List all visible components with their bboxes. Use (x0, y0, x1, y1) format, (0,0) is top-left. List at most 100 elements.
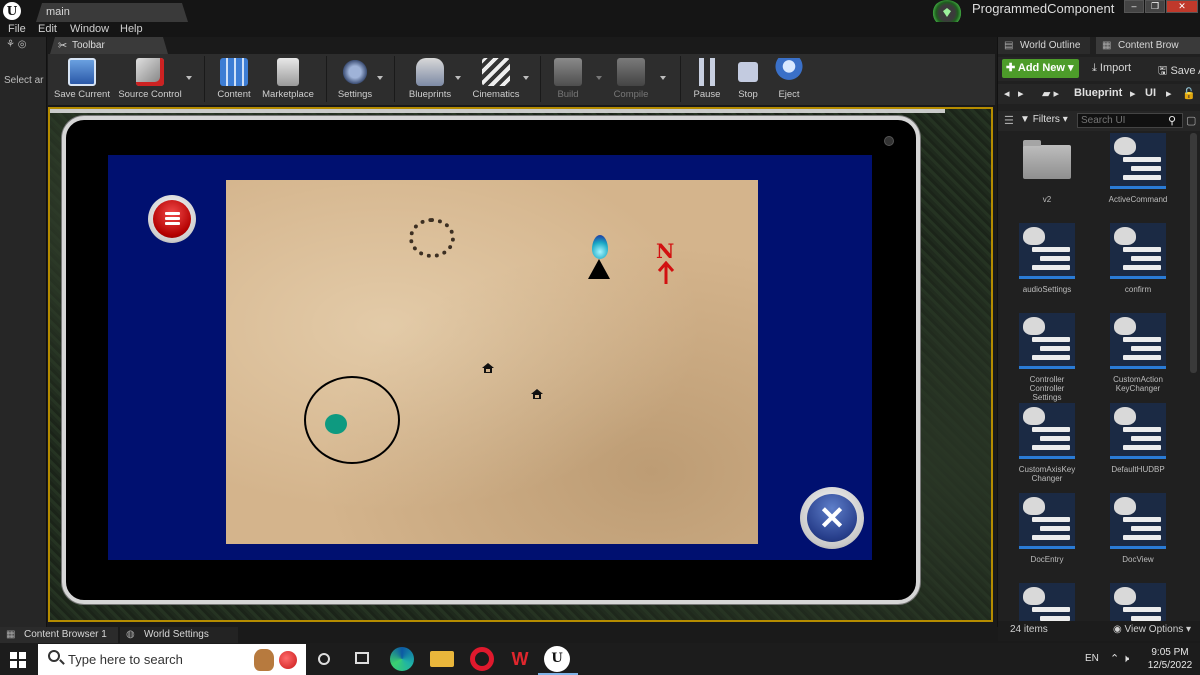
breadcrumb-blueprint[interactable]: Blueprint (1074, 87, 1122, 99)
tab-toolbar[interactable]: ✂ Toolbar (50, 37, 168, 54)
widget-blueprint-icon (1019, 493, 1075, 549)
view-options-button[interactable]: ◉ View Options ▾ (1113, 624, 1191, 635)
tablet-screen: N ✕ (108, 155, 872, 560)
marketplace-icon (277, 58, 299, 86)
level-viewport[interactable]: N ✕ (48, 107, 993, 622)
breadcrumb-ui[interactable]: UI (1145, 87, 1156, 99)
hut-icon (482, 363, 494, 373)
asset-item[interactable]: audioSettings (1008, 223, 1086, 311)
cinematics-dropdown-icon[interactable] (523, 76, 529, 80)
build-button[interactable]: Build (548, 54, 588, 106)
language-indicator[interactable]: EN (1085, 653, 1099, 664)
unreal-engine-icon[interactable]: U (544, 646, 570, 672)
source-control-button[interactable]: Source Control (116, 54, 184, 106)
blueprints-dropdown-icon[interactable] (455, 76, 461, 80)
close-map-button[interactable]: ✕ (800, 487, 864, 549)
cinematics-button[interactable]: Cinematics (468, 54, 524, 106)
cortana-icon[interactable] (318, 653, 330, 665)
minimize-button[interactable]: – (1124, 0, 1144, 13)
menu-window[interactable]: Window (70, 23, 109, 35)
settings-icon (341, 58, 369, 86)
triangle-base-icon (588, 259, 610, 279)
marketplace-button[interactable]: Marketplace (260, 54, 316, 106)
joystick-ring[interactable] (304, 376, 400, 464)
save-search-icon[interactable]: ▢ (1186, 114, 1196, 127)
map-parchment: N (226, 180, 758, 544)
sources-toggle-icon[interactable]: ☰ (1004, 114, 1014, 127)
asset-item[interactable] (1008, 583, 1086, 623)
widget-blueprint-icon (1019, 223, 1075, 279)
asset-item[interactable]: DefaultHUDBP (1099, 403, 1177, 491)
tab-world-settings[interactable]: ◍ World Settings (120, 627, 238, 643)
compile-dropdown-icon[interactable] (660, 76, 666, 80)
asset-item[interactable]: ActiveCommand (1099, 133, 1177, 221)
toolbar-separator (204, 56, 205, 102)
asset-item[interactable]: confirm (1099, 223, 1177, 311)
tab-content-browser-1[interactable]: ▦ Content Browser 1 (0, 627, 118, 643)
stop-button[interactable]: Stop (730, 54, 766, 106)
asset-item[interactable]: CustomAction KeyChanger (1099, 313, 1177, 401)
menu-button[interactable] (148, 195, 196, 243)
wreath-icon (409, 218, 455, 258)
ornament-icon (279, 651, 297, 669)
tray-icons[interactable]: ⌃ 🕨 (1110, 652, 1129, 666)
forward-arrow-icon[interactable]: ▸ (1018, 87, 1024, 100)
build-dropdown-icon[interactable] (596, 76, 602, 80)
edge-icon[interactable] (390, 647, 414, 671)
menu-help[interactable]: Help (120, 23, 143, 35)
windows-start-icon[interactable] (10, 652, 26, 668)
tablet-frame: N ✕ (62, 116, 920, 604)
breadcrumb-separator-icon: ▸ (1130, 88, 1136, 100)
asset-item[interactable]: DocEntry (1008, 493, 1086, 581)
menu-edit[interactable]: Edit (38, 23, 57, 35)
file-explorer-icon[interactable] (430, 651, 454, 667)
compile-button[interactable]: Compile (608, 54, 654, 106)
save-current-button[interactable]: Save Current (52, 54, 112, 106)
asset-item[interactable]: Controller Controller Settings (1008, 313, 1086, 402)
content-button[interactable]: Content (212, 54, 256, 106)
eject-button[interactable]: Eject (770, 54, 808, 106)
content-browser-panel: ▤ World Outline ▦ Content Brow ✚ Add New… (997, 37, 1200, 641)
folder-icon[interactable]: ▰ ▸ (1042, 87, 1059, 100)
back-arrow-icon[interactable]: ◂ (1004, 87, 1010, 100)
search-icon (48, 650, 60, 662)
modes-tab-icons[interactable]: ⚘ ◎ (6, 39, 26, 50)
taskbar-search-box[interactable]: Type here to search (38, 644, 306, 675)
task-view-icon[interactable] (355, 652, 369, 664)
lock-icon[interactable]: 🔓 (1182, 87, 1196, 100)
add-new-button[interactable]: ✚ Add New ▾ (1002, 59, 1079, 78)
stop-icon (738, 62, 758, 82)
asset-scrollbar[interactable] (1190, 133, 1197, 373)
tab-main[interactable]: main (36, 3, 188, 22)
tab-main-label: main (46, 6, 70, 18)
menu-file[interactable]: File (8, 23, 26, 35)
widget-blueprint-icon (1110, 313, 1166, 369)
asset-item[interactable] (1099, 583, 1177, 623)
opera-icon[interactable] (470, 647, 494, 671)
item-count: 24 items (1010, 624, 1048, 635)
blueprints-button[interactable]: Blueprints (402, 54, 458, 106)
settings-button[interactable]: Settings (334, 54, 376, 106)
filters-button[interactable]: ▼ Filters ▾ (1020, 114, 1068, 125)
tab-content-browser[interactable]: ▦ Content Brow (1096, 37, 1200, 54)
settings-dropdown-icon[interactable] (377, 76, 383, 80)
widget-blueprint-icon (1110, 403, 1166, 459)
eject-icon (775, 58, 803, 86)
project-name: ProgrammedComponent (972, 1, 1115, 16)
maximize-button[interactable]: ❐ (1145, 0, 1165, 13)
asset-item[interactable]: CustomAxisKey Changer (1008, 403, 1086, 491)
pause-button[interactable]: Pause (688, 54, 726, 106)
source-control-dropdown-icon[interactable] (186, 76, 192, 80)
import-button[interactable]: ⤓ Import (1092, 62, 1131, 75)
asset-folder-v2[interactable]: v2 (1008, 133, 1086, 221)
tab-world-outline[interactable]: ▤ World Outline (998, 37, 1090, 54)
clock-time: 9:05 PM (1151, 647, 1189, 658)
folder-icon (1019, 133, 1075, 189)
asset-item[interactable]: DocView (1099, 493, 1177, 581)
taskbar-clock[interactable]: 9:05 PM 12/5/2022 (1145, 646, 1195, 672)
flame-icon (592, 235, 608, 259)
wps-icon[interactable]: W (508, 647, 532, 671)
close-window-button[interactable]: ✕ (1166, 0, 1198, 13)
joystick-knob[interactable] (325, 414, 347, 434)
save-all-button[interactable]: 🖫 Save A (1158, 62, 1200, 81)
